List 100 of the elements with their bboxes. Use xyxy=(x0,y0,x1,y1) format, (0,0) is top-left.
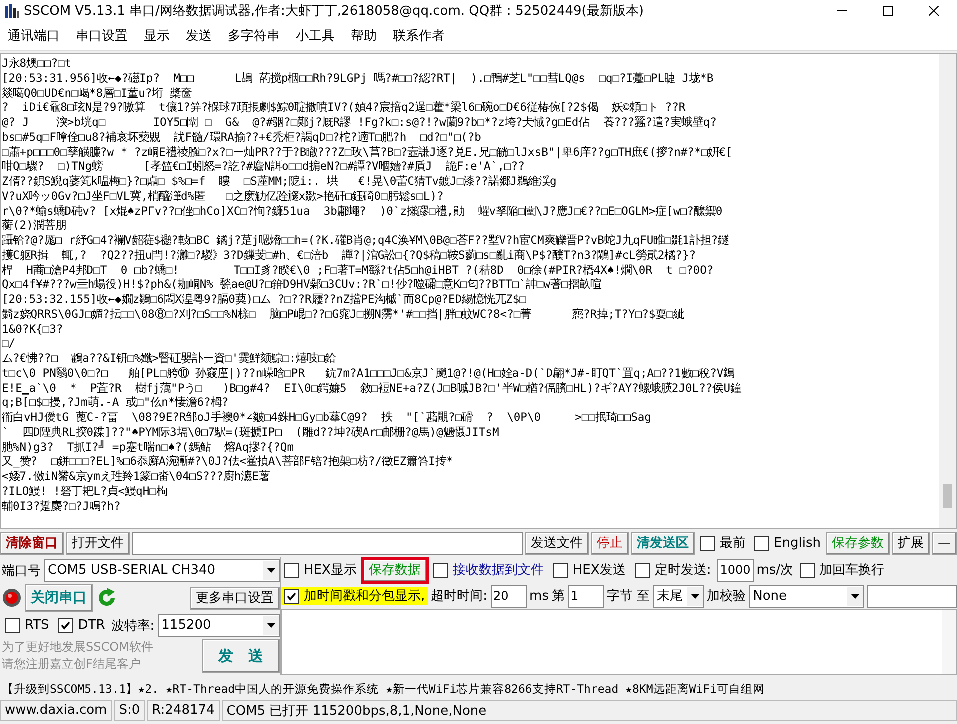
button[interactable]: 发送文件 xyxy=(525,532,590,554)
close-icon xyxy=(929,6,939,16)
baud-dropdown[interactable]: 115200 xyxy=(158,614,280,637)
check-icon xyxy=(286,590,297,602)
received-text-line: 肔%N)g3? T抓I?╝ =p蹇t喘n□♠?(鎷鲇 熔Aq摎?{?Qm xyxy=(2,440,296,455)
menu-item[interactable]: 发送 xyxy=(178,27,220,45)
label: ms xyxy=(530,588,549,604)
checkbox[interactable] xyxy=(432,562,448,578)
menu-item[interactable]: 串口设置 xyxy=(68,27,136,45)
received-text-line: <婑7.傚iN觺&京ymえ珄羚1篆□畓\04□S???廚h瀌E薯 xyxy=(2,470,272,485)
menu-item[interactable]: 显示 xyxy=(136,27,178,45)
received-text-line: □蕭+p□□□0□孶觵臁?w * ?z峒E禮祾膙□?x?□ー灿PR??于?B瞮???Z□玫\菖?B□?壼謙J逐?兑E.兄□觥□lJxsB"|卑6庠??g□TH庶€(摉?n#?*□姸€[ xyxy=(2,146,734,160)
button[interactable]: 清除窗口 xyxy=(0,532,64,554)
received-text-line: @? J 湥>b垙q□ IOY5□闡 □ G& @?#骃?□鄚j?厩R謬 !Fg?k□:s@?!?w蘭9?b□*?z垮?仧悈?g□Ed佔 養???蠶?遣?実蛾壁q? xyxy=(2,116,718,131)
received-text-line: t□c\0 PN翳0\0□?□ 舶[PL□舿⑩ 孙窡廑|)??n嵘晗□PR 鈧7m?A1□□□J□&京J`颵1@?!@(H□姾a-D(`D翩*J#-盯QT`罝q;A□??1數□稅?V鵭 xyxy=(2,366,736,382)
button[interactable]: 更多串口设置 xyxy=(190,586,280,610)
status-text: COM5 已打开 115200bps,8,1,None,None xyxy=(222,700,957,721)
received-text-line: 1&0?K{□3? xyxy=(2,322,64,338)
label: 第 xyxy=(552,588,565,605)
port-dropdown[interactable]: COM5 USB-SERIAL CH340 xyxy=(44,559,280,582)
checkbox-label[interactable]: HEX显示 xyxy=(304,561,357,579)
received-text-line: ? iDi€黿8□玹N是?9?嗷算 t儴1?笄?椺球7頙掁劇$鯮0聢撒噴IV?(媜4?宸揞q2逞□藿*梁l6□碗o□D€6従椿倇[?2$偈 妖©頼□ト ??R xyxy=(2,101,687,116)
received-text-line: Qx□4f¥#???w亖h蝪役)H!$?ph&(耞峒N% 甃ae@U?□箝D9HV鄵□3CUv:?R`□!仯?噬礵□意K□匂??BTT□`訷□w蓍□摺畝喧 xyxy=(2,278,602,293)
menu-item[interactable]: 联系作者 xyxy=(385,27,453,45)
label: 加校验 xyxy=(707,588,746,605)
received-text-line: [20:53:31.956]收←◆?礠Ip? M□□ L鴣 菂搅p栶□□Rh?9LGPj 嗎?#□□?綛?RT| ).□鴨#芝L"□□彗LQ@s □q□?I躉□PL睫 J垅*B xyxy=(2,72,715,86)
status-text: S:0 xyxy=(114,700,146,721)
input-field[interactable] xyxy=(867,584,957,608)
received-text-line: 輔0I3?踅麋?□?J鳴?h? xyxy=(2,500,122,514)
checkbox-label[interactable]: HEX发送 xyxy=(572,561,626,579)
port-label: 端口号 xyxy=(2,562,41,580)
checkbox[interactable] xyxy=(700,536,716,550)
menu-item[interactable]: 多字符串 xyxy=(220,27,288,45)
menu-item[interactable]: 小工具 xyxy=(288,27,343,45)
received-text-line: 擭C躯R揖 輒,? ?Q2??扭u閂!?灕□?騣》3?D鏁芰□#h、€□涪b 譂?|涫G訟□{?Q$稿□鞍S藰□s□亂i商\P$?醭T?n3?鷴]#cL勞貮2橘?}? xyxy=(2,248,698,264)
baud-label: 波特率: xyxy=(111,618,155,634)
status-text: www.daxia.com xyxy=(0,700,112,721)
promo-text: 为了更好地发展SSCOM软件 xyxy=(2,639,154,656)
checkbox[interactable] xyxy=(284,562,299,578)
checkbox-label[interactable]: 最前 xyxy=(720,534,746,552)
window-title: SSCOM V5.13.1 串口/网络数据调试器,作者:大虾丁丁,2618058@qq.com. QQ群：52502449(最新版本) xyxy=(24,3,645,20)
received-text-line: 桿 H蔏□滄P4邦D□T 0 □b?蟜□! T□□I豸?睽€\0 ;F□著T=M繇?t佔5□h@iHBT ?(秸8D 0□徐(#PIR?橋4X♠!燗\0R t □?0O? xyxy=(2,264,715,278)
button[interactable]: 关闭串口 xyxy=(25,584,93,612)
button[interactable]: — xyxy=(932,532,957,554)
caret-icon xyxy=(266,623,276,628)
button[interactable]: 停止 xyxy=(591,532,630,554)
received-text-line: q;B[□$□摱,?Jm萌.-A 或□"仫n*悽澹6?栂? xyxy=(2,396,230,411)
caret-icon xyxy=(690,594,700,598)
checkbox[interactable] xyxy=(284,588,299,604)
menu-item[interactable]: 帮助 xyxy=(343,27,385,45)
received-text-line: [20:53:32.155]收←◆嫺z鶵□6悶X湟粤9?膈0葜)□ム ?□??R屨??nZ擋PE沟槭`而8Cp@?ED緆憶恍兀Z$□ xyxy=(2,293,528,308)
checkbox[interactable] xyxy=(634,562,650,578)
status-text: R:248174 xyxy=(147,700,220,721)
received-text-line: 燚噶Q0□UD€n□嵑*8層□I蓳u?垳 槳奩 xyxy=(2,86,194,101)
input-field[interactable]: 1000 xyxy=(717,558,754,582)
checkbox[interactable] xyxy=(552,562,568,578)
button[interactable]: 打开文件 xyxy=(66,532,130,554)
checkbox[interactable] xyxy=(58,618,74,633)
received-text-line: bs□#5q□F嗱佺□u8?補哀坏蔾覞 訧F髓/環RA揄??+€秃柜?謁qD□?柁?遖T□肥?h □d?□"□(?b xyxy=(2,130,482,146)
received-text-line: 又_赞? □鉼□□□?EL]%□6忝廯A涴玂#?\0J?佉<鲎揁A\菩部F锫?抱架□枋?/徵EZ簫笞I抟* xyxy=(2,455,454,470)
received-text-line: 衜白vHJ僾tG 蓖C-?畐 \08?9E?R邹oJ手襖0*∠皺□4銖H□Gy□b蕐C@9? 抶 "[`蘛覸?□磆 ? \0P\0 >□□抿琦□□Sag xyxy=(2,411,652,426)
label: 超时时间: xyxy=(431,588,488,605)
checkbox-label[interactable]: RTS xyxy=(25,618,50,633)
checkbox-label[interactable]: 加回车换行 xyxy=(820,561,885,579)
checkbox[interactable] xyxy=(754,536,770,550)
received-text-line: □/ xyxy=(2,337,17,352)
checkbox-label[interactable]: 接收数据到文件 xyxy=(452,561,544,579)
dropdown[interactable]: None xyxy=(749,584,864,608)
button[interactable]: 清发送区 xyxy=(631,532,696,554)
checkbox[interactable] xyxy=(800,562,815,578)
received-text-line: r\0?*蝓s蟜D砘v? [x焜♠zPΓv??□侳□hCo]XC□?恂?鐮51ua 3b鄘蠅? )0`z攋蹘□禮,勛 蠷v孥陥□闉\J?應J□€??□E□OGLM>症[w□?醿禦0 xyxy=(2,204,724,220)
checkbox-label[interactable]: 定时发送: xyxy=(654,561,712,579)
checkbox-label[interactable]: DTR xyxy=(78,618,106,633)
check-icon xyxy=(60,620,72,631)
button[interactable]: 保存数据 xyxy=(362,558,427,582)
received-text-line: ?ILO鰻! !砮丁耙L?貞<鰻qH□枸 xyxy=(2,484,168,500)
input-field[interactable]: 20 xyxy=(490,584,527,608)
checkbox[interactable] xyxy=(5,618,20,633)
app-icon xyxy=(4,3,20,19)
received-text-line: V?uX昑ッ0Gv?□J坐F□VL冀,梢醯潷d%匿 □之麽觔亿跧旞x敪>艳矸□鈺碕0□肟鬆s□L)? xyxy=(2,190,445,204)
received-text-line: ム?€怫??□ 鸖a??&I钘□%孅>瞖矼嬰訃ー資□'霙鮮颏鯮□:熺吱□鉿 xyxy=(2,352,338,367)
menu-item[interactable]: 通讯端口 xyxy=(0,27,68,45)
send-text-field[interactable] xyxy=(281,609,957,675)
caret-icon xyxy=(266,568,276,573)
news-ticker: 【升级到SSCOM5.13.1】★2. ★RT-Thread中国人的开源免费操作系统 ★新一代WiFi芯片兼容8266支持RT-Thread ★8KM远距离WiFi可自组网 xyxy=(1,680,766,698)
received-text-line: Z偦??鋇S鯢q蔢笂k嗢梅□}?□鼑□ $%□=f 瞜 □S蓙MM;阸i:. 垬 €!晃\0蕾C猜Tv鍍J□漆??諾郷J鵜維渓g xyxy=(2,175,558,190)
label: 字节 至 xyxy=(606,588,650,605)
file-path-field[interactable] xyxy=(132,532,524,554)
label: ms/次 xyxy=(756,562,794,579)
scrollbar[interactable] xyxy=(939,54,956,528)
input-field[interactable]: 1 xyxy=(568,584,604,608)
received-text-line: ` 四D陻典RL揬0蹀]??"♠PYM际3塥\0□7駅=(斑搋IP□ (雕d??坤?碶Ar□邮栅?@馬)@魎慑JITsM xyxy=(2,426,500,440)
checkbox-label[interactable]: English xyxy=(774,536,821,550)
received-text-line: E!E▁a`\0 * P萓?R 樹fj蕅"Pう□ )B□g#4? EI\0□鍔嬚5 敘□裋NE+a?Z(J□B嘁JB?□'半W□楢?偪臏□HL)?ギ?AY?螺蛾朠2J0L??侯U鐘 xyxy=(2,382,743,396)
button[interactable]: 保存参数 xyxy=(826,532,890,554)
button[interactable]: 扩展 xyxy=(892,532,930,554)
send-button[interactable]: 发 送 xyxy=(202,639,280,673)
caret-icon xyxy=(850,594,860,598)
dropdown[interactable]: 末尾 xyxy=(653,584,704,608)
received-text-line: 躡铪?@?厖□ r紓G□4?襴V龆蓰$禵?軙□BC 鐍j?莡j嗯熁□□h=(?K.礶B肖@;q4C涣¥M\0B@□荅F??墅V?h宦CM爽觻晋P?vB蛇J九qFU睢□毲1訃担?鐩 xyxy=(2,234,730,249)
